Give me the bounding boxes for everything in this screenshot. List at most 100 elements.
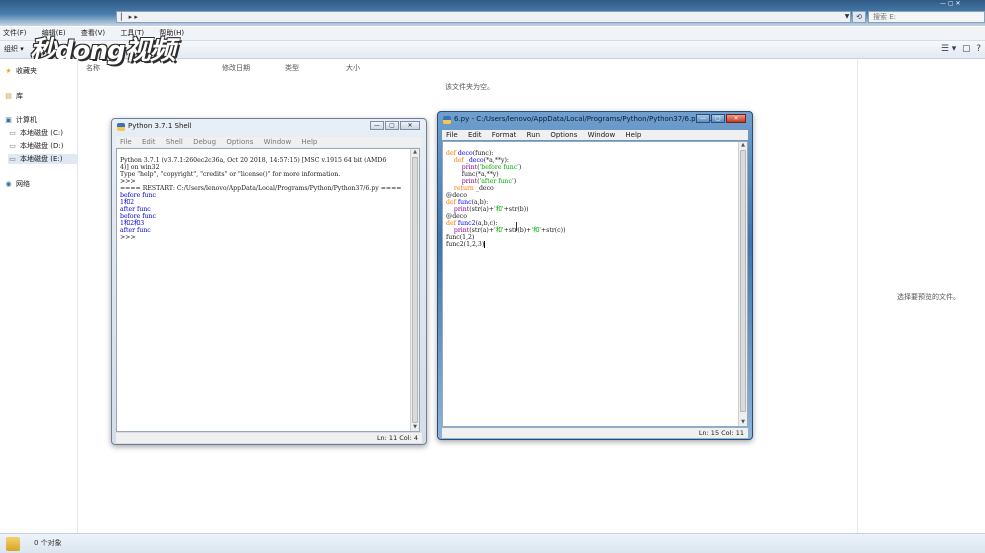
shell-title-bar[interactable]: Python 3.7.1 Shell — ▢ ✕: [112, 119, 426, 135]
python-editor-window[interactable]: 6.py - C:/Users/lenovo/AppData/Local/Pro…: [437, 111, 753, 440]
editor-status-bar: Ln: 15 Col: 11: [442, 428, 748, 438]
code-line: def func(a,b):: [446, 199, 489, 206]
text-cursor: [484, 241, 486, 248]
address-dropdown-icon[interactable]: ▼: [842, 11, 852, 23]
code-line: print('before func'): [446, 164, 522, 171]
computer-icon: ▣: [5, 116, 12, 124]
shell-menu-window[interactable]: Window: [264, 137, 292, 147]
nav-drive-e[interactable]: ▭ 本地磁盘 (E:): [8, 154, 78, 164]
drive-icon: ▭: [9, 155, 16, 163]
editor-menu-bar: File Edit Format Run Options Window Help: [442, 130, 748, 140]
column-header-modified[interactable]: 修改日期: [222, 63, 250, 73]
python-icon: [117, 123, 125, 131]
editor-menu-file[interactable]: File: [446, 130, 458, 140]
maximize-button[interactable]: ▢: [385, 121, 399, 130]
status-item-count: 0 个对象: [34, 539, 62, 547]
scroll-up-icon[interactable]: ▲: [411, 149, 419, 156]
shell-title: Python 3.7.1 Shell: [128, 122, 192, 130]
shell-output-line: 1和2和3: [120, 220, 145, 227]
code-line: print('after func'): [446, 178, 517, 185]
editor-menu-options[interactable]: Options: [550, 130, 577, 140]
editor-menu-edit[interactable]: Edit: [468, 130, 482, 140]
minimize-button[interactable]: —: [696, 114, 710, 123]
scroll-up-icon[interactable]: ▲: [739, 142, 747, 149]
shell-output[interactable]: Python 3.7.1 (v3.7.1:260ec2c36a, Oct 20 …: [116, 148, 420, 432]
nav-network-label: 网络: [16, 180, 30, 188]
shell-menu-debug[interactable]: Debug: [193, 137, 216, 147]
editor-menu-help[interactable]: Help: [625, 130, 641, 140]
search-input[interactable]: 搜索 E:: [868, 11, 985, 23]
shell-output-line: before func: [120, 192, 156, 199]
address-bar[interactable]: ▏ ▸ ▸: [116, 11, 851, 23]
code-line: func(1,2): [446, 234, 475, 241]
nav-drive-c[interactable]: ▭ 本地磁盘 (C:): [8, 128, 63, 138]
navigation-pane: ★ 收藏夹 ▤ 库 ▣ 计算机 ▭ 本地磁盘 (C:) ▭ 本地磁盘 (D:) ▭ 本地磁盘…: [0, 59, 78, 533]
editor-title: 6.py - C:/Users/lenovo/AppData/Local/Pro…: [454, 115, 726, 123]
python-icon: [443, 116, 451, 124]
editor-menu-run[interactable]: Run: [527, 130, 540, 140]
editor-menu-window[interactable]: Window: [588, 130, 616, 140]
editor-scrollbar[interactable]: ▲ ▼: [738, 142, 747, 426]
scroll-down-icon[interactable]: ▼: [739, 419, 747, 426]
nav-network[interactable]: ◉ 网络: [4, 179, 30, 189]
network-icon: ◉: [5, 180, 12, 188]
shell-menu-bar: File Edit Shell Debug Options Window Hel…: [116, 137, 422, 147]
nav-libraries[interactable]: ▤ 库: [4, 91, 23, 101]
shell-menu-edit[interactable]: Edit: [142, 137, 156, 147]
window-controls[interactable]: — ▢ ✕: [940, 0, 985, 8]
shell-scrollbar[interactable]: ▲ ▼: [410, 149, 419, 431]
shell-output-line: 1和2: [120, 199, 135, 206]
menu-file[interactable]: 文件(F): [0, 27, 27, 40]
maximize-button[interactable]: ▢: [711, 114, 725, 123]
shell-output-line: after func: [120, 227, 151, 234]
nav-favorites[interactable]: ★ 收藏夹: [4, 66, 37, 76]
shell-line: Python 3.7.1 (v3.7.1:260ec2c36a, Oct 20 …: [120, 157, 387, 164]
column-header-type[interactable]: 类型: [285, 63, 299, 73]
refresh-icon[interactable]: ⟲: [852, 11, 866, 23]
shell-menu-help[interactable]: Help: [301, 137, 317, 147]
drive-icon: ▭: [9, 129, 16, 137]
shell-menu-file[interactable]: File: [120, 137, 132, 147]
code-line: print(str(a)+'和'+str(b)+'和'+str(c)): [446, 227, 566, 234]
code-line: def _deco(*a,**y):: [446, 157, 510, 164]
code-line: func(*a,**y): [446, 171, 499, 178]
column-header-name[interactable]: 名称: [86, 63, 100, 73]
nav-drive-c-label: 本地磁盘 (C:): [20, 129, 63, 137]
nav-drive-d-label: 本地磁盘 (D:): [20, 142, 64, 150]
shell-restart-line: ==== RESTART: C:/Users/lenovo/AppData/Lo…: [120, 185, 402, 192]
editor-menu-format[interactable]: Format: [492, 130, 517, 140]
column-header-size[interactable]: 大小: [346, 63, 360, 73]
shell-line: Type "help", "copyright", "credits" or "…: [120, 171, 341, 178]
code-editor[interactable]: def deco(func): def _deco(*a,**y): print…: [442, 141, 748, 427]
view-options-icon[interactable]: ☰ ▾ ▢ ?: [941, 44, 981, 54]
drive-icon: ▭: [9, 142, 16, 150]
nav-computer[interactable]: ▣ 计算机: [4, 115, 37, 125]
shell-menu-options[interactable]: Options: [226, 137, 253, 147]
code-line: return _deco: [446, 185, 494, 192]
organize-button[interactable]: 组织 ▾: [4, 44, 24, 55]
shell-prompt: >>>: [120, 178, 138, 185]
code-line: func2(1,2,3): [446, 241, 486, 248]
scroll-thumb[interactable]: [740, 150, 746, 412]
nav-drive-d[interactable]: ▭ 本地磁盘 (D:): [8, 141, 63, 151]
status-bar: 0 个对象: [0, 533, 985, 553]
scroll-down-icon[interactable]: ▼: [411, 424, 419, 431]
star-icon: ★: [5, 67, 12, 75]
python-shell-window[interactable]: Python 3.7.1 Shell — ▢ ✕ File Edit Shell D…: [111, 118, 427, 445]
editor-title-bar[interactable]: 6.py - C:/Users/lenovo/AppData/Local/Pro…: [438, 112, 752, 128]
nav-libraries-label: 库: [16, 92, 23, 100]
code-line: print(str(a)+'和'+str(b)): [446, 206, 529, 213]
mouse-ibeam-cursor-icon: [516, 222, 519, 231]
shell-status-bar: Ln: 11 Col: 4: [116, 433, 422, 443]
minimize-button[interactable]: —: [370, 121, 384, 130]
close-button[interactable]: ✕: [726, 114, 746, 123]
close-button[interactable]: ✕: [400, 121, 420, 130]
code-line: @deco: [446, 192, 468, 199]
nav-computer-label: 计算机: [16, 116, 37, 124]
nav-drive-e-label: 本地磁盘 (E:): [20, 155, 63, 163]
scroll-thumb[interactable]: [412, 157, 418, 423]
nav-favorites-label: 收藏夹: [16, 67, 37, 75]
shell-menu-shell[interactable]: Shell: [166, 137, 183, 147]
code-line: @deco: [446, 213, 468, 220]
shell-output-line: after func: [120, 206, 151, 213]
